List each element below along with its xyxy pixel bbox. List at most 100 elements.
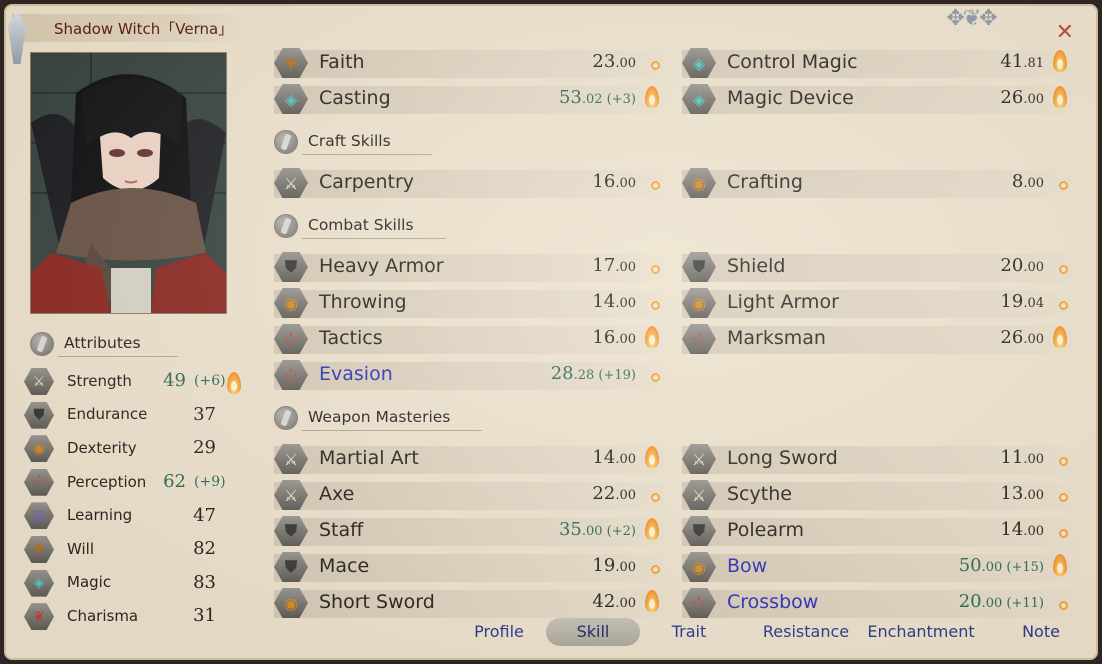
skill-value-int: 13 — [1000, 483, 1024, 504]
skill-potential — [1052, 50, 1068, 76]
sword-icon: ⚔ — [24, 368, 54, 395]
potential-dot-icon — [1059, 493, 1068, 502]
skill-row-mace[interactable]: ⛊ Mace 19.00 — [274, 550, 666, 584]
skill-value-decimal: .00 — [615, 296, 636, 311]
skill-row-throwing[interactable]: ◉ Throwing 14.00 — [274, 286, 666, 320]
skill-row-light-armor[interactable]: ◉ Light Armor 19.04 — [682, 286, 1074, 320]
filigree-ornament-icon: ✥❦✥ — [946, 6, 997, 31]
armor-icon: ⛊ — [24, 401, 54, 429]
attribute-value: 29 — [193, 437, 216, 459]
skill-row-scythe[interactable]: ⚔ Scythe 13.00 — [682, 478, 1074, 512]
skill-name: Evasion — [319, 363, 393, 385]
tab-resistance[interactable]: Resistance — [750, 618, 862, 646]
skill-row-long-sword[interactable]: ⚔ Long Sword 11.00 — [682, 442, 1074, 476]
tab-enchantment[interactable]: Enchantment — [866, 618, 976, 646]
skill-value: 16.00 — [592, 171, 636, 192]
skill-row-control-magic[interactable]: ◈ Control Magic 41.81 — [682, 46, 1074, 80]
potential-dot-icon — [651, 373, 660, 382]
skill-value-decimal: .00 — [615, 488, 636, 503]
skill-value: 13.00 — [1000, 483, 1044, 504]
skill-row-magic-device[interactable]: ◈ Magic Device 26.00 — [682, 82, 1074, 116]
attribute-row-perception[interactable]: ⁘ Perception 62 (+9) — [24, 465, 254, 499]
skill-value-decimal: .00 — [1023, 176, 1044, 191]
skill-value: 22.00 — [592, 483, 636, 504]
attribute-row-endurance[interactable]: ⛊ Endurance 37 — [24, 398, 254, 432]
potential-dot-icon — [651, 265, 660, 274]
section-header-craft: Craft Skills — [274, 130, 444, 155]
close-button[interactable]: ✕ — [1056, 20, 1074, 45]
skill-row-carpentry[interactable]: ⚔ Carpentry 16.00 — [274, 166, 666, 200]
potential-flame-icon — [1052, 50, 1068, 72]
attribute-row-strength[interactable]: ⚔ Strength 49 (+6) — [24, 364, 254, 398]
skill-row-polearm[interactable]: ⛊ Polearm 14.00 — [682, 514, 1074, 548]
potential-dot-icon — [1059, 601, 1068, 610]
skill-bonus: (+2) — [602, 524, 636, 539]
attribute-row-dexterity[interactable]: ◉ Dexterity 29 — [24, 431, 254, 465]
section-header-weapon: Weapon Masteries — [274, 406, 494, 431]
attribute-value: 49 — [163, 370, 186, 392]
skill-name: Magic Device — [727, 87, 854, 109]
section-label: Weapon Masteries — [308, 408, 451, 426]
skill-value: 35.00 (+2) — [559, 519, 636, 540]
attribute-row-charisma[interactable]: ❦ Charisma 31 — [24, 599, 254, 633]
skill-row-martial-art[interactable]: ⚔ Martial Art 14.00 — [274, 442, 666, 476]
skill-name: Bow — [727, 555, 768, 577]
will-icon: ✚ — [24, 535, 54, 563]
skill-row-shield[interactable]: ⛊ Shield 20.00 — [682, 250, 1074, 284]
skill-row-crossbow[interactable]: ⁘ Crossbow 20.00 (+11) — [682, 586, 1074, 620]
section-knife-icon — [274, 130, 298, 154]
potential-dot-icon — [1059, 529, 1068, 538]
skill-value-int: 42 — [592, 591, 616, 612]
skill-row-casting[interactable]: ◈ Casting 53.02 (+3) — [274, 82, 666, 116]
skill-value-int: 16 — [592, 327, 616, 348]
skill-value-decimal: .00 — [615, 596, 636, 611]
attribute-row-learning[interactable]: ▤ Learning 47 — [24, 498, 254, 532]
skill-value-decimal: .02 — [581, 92, 603, 107]
tab-skill[interactable]: Skill — [546, 618, 640, 646]
skill-row-bow[interactable]: ◉ Bow 50.00 (+15) — [682, 550, 1074, 584]
skill-potential — [1052, 86, 1068, 112]
skill-value: 16.00 — [592, 327, 636, 348]
skill-row-marksman[interactable]: ⁘ Marksman 26.00 — [682, 322, 1074, 356]
skill-row-staff[interactable]: ⛊ Staff 35.00 (+2) — [274, 514, 666, 548]
skill-potential — [651, 259, 660, 278]
skill-row-heavy-armor[interactable]: ⛊ Heavy Armor 17.00 — [274, 250, 666, 284]
skill-value-int: 41 — [1000, 51, 1024, 72]
potential-flame-icon — [226, 372, 242, 394]
skill-potential — [1052, 326, 1068, 352]
skill-value-int: 26 — [1000, 327, 1024, 348]
skill-value-int: 11 — [1000, 447, 1024, 468]
attribute-row-magic[interactable]: ◈ Magic 83 — [24, 566, 254, 600]
attribute-name: Strength — [67, 371, 132, 390]
skill-name: Short Sword — [319, 591, 435, 613]
tab-trait[interactable]: Trait — [656, 618, 722, 646]
tab-note[interactable]: Note — [1016, 618, 1066, 646]
skill-value-decimal: .00 — [1023, 260, 1044, 275]
potential-dot-icon — [651, 565, 660, 574]
skill-value: 20.00 — [1000, 255, 1044, 276]
potential-dot-icon — [651, 181, 660, 190]
skill-name: Staff — [319, 519, 364, 541]
skill-name: Throwing — [319, 291, 407, 313]
skill-value-int: 53 — [558, 87, 582, 108]
skill-row-short-sword[interactable]: ◉ Short Sword 42.00 — [274, 586, 666, 620]
skill-row-faith[interactable]: ✚ Faith 23.00 — [274, 46, 666, 80]
skill-value: 28.28 (+19) — [551, 363, 636, 384]
skill-value-decimal: .00 — [1023, 92, 1044, 107]
skill-row-axe[interactable]: ⚔ Axe 22.00 — [274, 478, 666, 512]
skill-potential — [1059, 259, 1068, 278]
tab-profile[interactable]: Profile — [468, 618, 530, 646]
skill-row-evasion[interactable]: ⁘ Evasion 28.28 (+19) — [274, 358, 666, 392]
skill-row-crafting[interactable]: ◉ Crafting 8.00 — [682, 166, 1074, 200]
attribute-potential — [226, 372, 242, 398]
potential-dot-icon — [651, 301, 660, 310]
attribute-row-will[interactable]: ✚ Will 82 — [24, 532, 254, 566]
skill-bonus: (+19) — [594, 368, 636, 383]
skill-potential — [1059, 451, 1068, 470]
skill-value: 41.81 — [1000, 51, 1044, 72]
skill-value-int: 19 — [1000, 291, 1024, 312]
skill-row-tactics[interactable]: ⁘ Tactics 16.00 — [274, 322, 666, 356]
potential-dot-icon — [1059, 457, 1068, 466]
character-sheet-window: Shadow Witch「Verna」 ✥❦✥ ✕ Attributes ⚔ S… — [4, 4, 1098, 660]
attributes-header: Attributes — [30, 332, 180, 357]
